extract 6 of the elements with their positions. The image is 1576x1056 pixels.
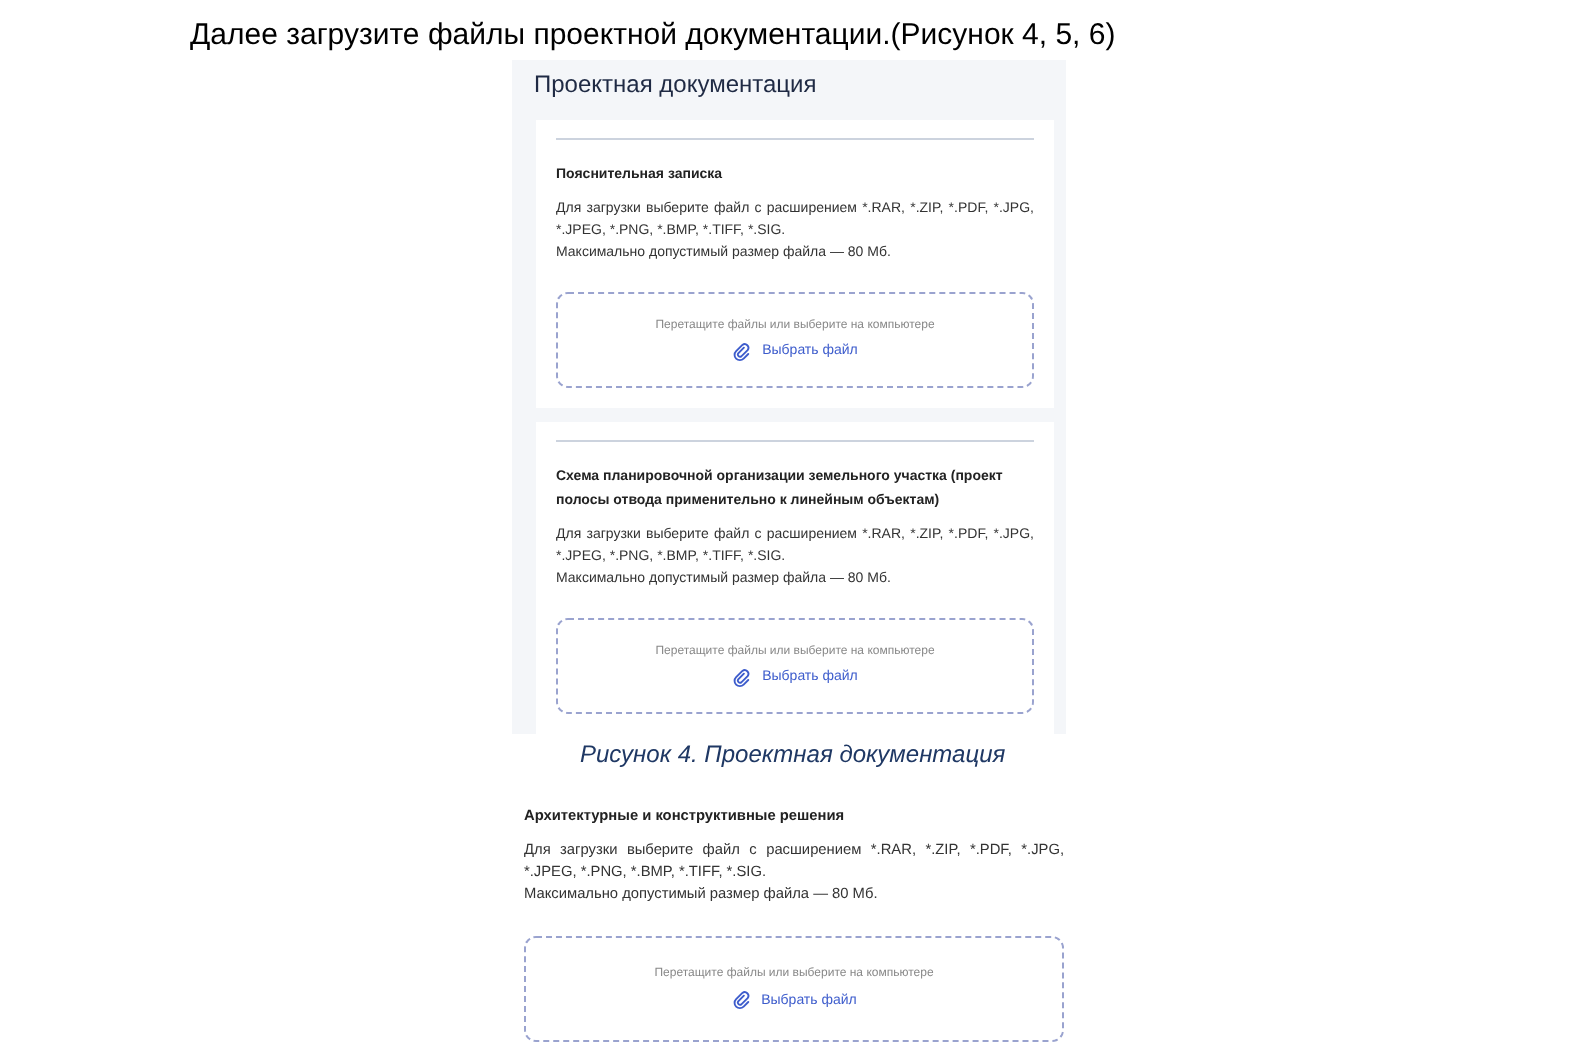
- document-heading: Далее загрузите файлы проектной документации.(Рисунок 4, 5, 6): [190, 18, 1118, 54]
- paperclip-icon: [732, 341, 753, 361]
- paperclip-icon: [732, 667, 753, 687]
- paperclip-icon: [731, 990, 752, 1010]
- page-title: Проектная документация: [532, 68, 819, 102]
- figure-caption: Рисунок 4. Проектная документация: [580, 740, 1008, 768]
